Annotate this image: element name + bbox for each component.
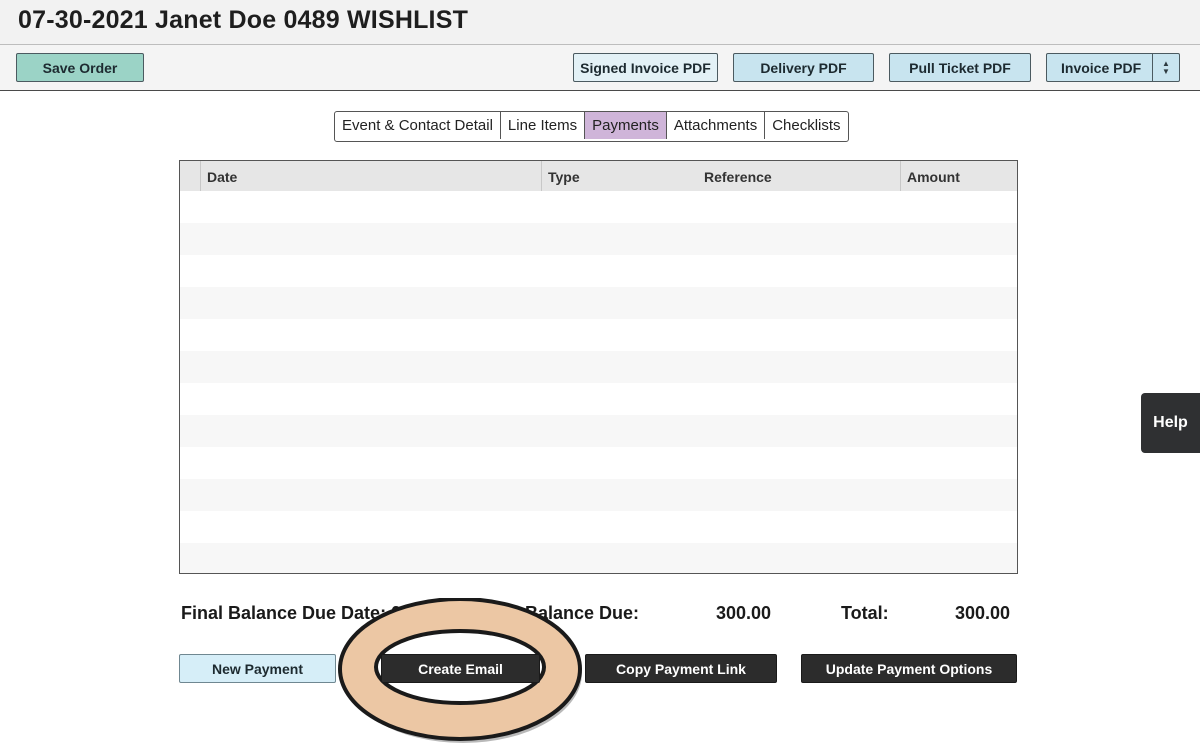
new-payment-button[interactable]: New Payment (179, 654, 336, 683)
tab-checklists[interactable]: Checklists (765, 112, 847, 139)
tab-attachments[interactable]: Attachments (667, 112, 766, 139)
save-order-button[interactable]: Save Order (16, 53, 144, 82)
table-row (180, 255, 1017, 287)
table-row (180, 319, 1017, 351)
final-balance-due-date: Final Balance Due Date: 0 (181, 603, 402, 623)
table-row (180, 351, 1017, 383)
column-header-reference[interactable]: Reference (704, 169, 772, 185)
signed-invoice-pdf-button[interactable]: Signed Invoice PDF (573, 53, 718, 82)
select-arrows-icon[interactable]: ▲ ▼ (1152, 54, 1179, 81)
balance-due-label: Balance Due: (525, 603, 640, 623)
total-label: Total: (841, 603, 889, 623)
page-title: 07-30-2021 Janet Doe 0489 WISHLIST (18, 6, 469, 34)
column-divider (900, 161, 901, 191)
column-header-date[interactable]: Date (207, 169, 237, 185)
tab-payments[interactable]: Payments (585, 112, 667, 139)
delivery-pdf-button[interactable]: Delivery PDF (733, 53, 874, 82)
column-header-type[interactable]: Type (548, 169, 580, 185)
table-row (180, 479, 1017, 511)
title-bar: 07-30-2021 Janet Doe 0489 WISHLIST (0, 0, 1200, 45)
tab-bar: Event & Contact Detail Line Items Paymen… (334, 111, 849, 142)
column-divider (200, 161, 201, 191)
create-email-button[interactable]: Create Email (381, 654, 540, 683)
invoice-pdf-select[interactable]: Invoice PDF ▲ ▼ (1046, 53, 1180, 82)
table-header: Date Type Reference Amount (180, 161, 1017, 191)
balance-due-value: 300.00 (716, 603, 772, 623)
tab-line-items[interactable]: Line Items (501, 112, 586, 139)
update-payment-options-button[interactable]: Update Payment Options (801, 654, 1017, 683)
table-row (180, 383, 1017, 415)
payments-table: Date Type Reference Amount (179, 160, 1018, 574)
tab-event-contact-detail[interactable]: Event & Contact Detail (335, 112, 501, 139)
invoice-pdf-label: Invoice PDF (1061, 59, 1142, 76)
table-row (180, 191, 1017, 223)
table-row (180, 415, 1017, 447)
table-row (180, 543, 1017, 573)
column-divider (541, 161, 542, 191)
table-row (180, 511, 1017, 543)
copy-payment-link-button[interactable]: Copy Payment Link (585, 654, 777, 683)
table-row (180, 447, 1017, 479)
toolbar: Save Order Signed Invoice PDF Delivery P… (0, 45, 1200, 91)
pull-ticket-pdf-button[interactable]: Pull Ticket PDF (889, 53, 1031, 82)
help-button[interactable]: Help (1141, 393, 1200, 453)
table-row (180, 287, 1017, 319)
total-value: 300.00 (955, 603, 1011, 623)
table-row (180, 223, 1017, 255)
column-header-amount[interactable]: Amount (907, 169, 960, 185)
